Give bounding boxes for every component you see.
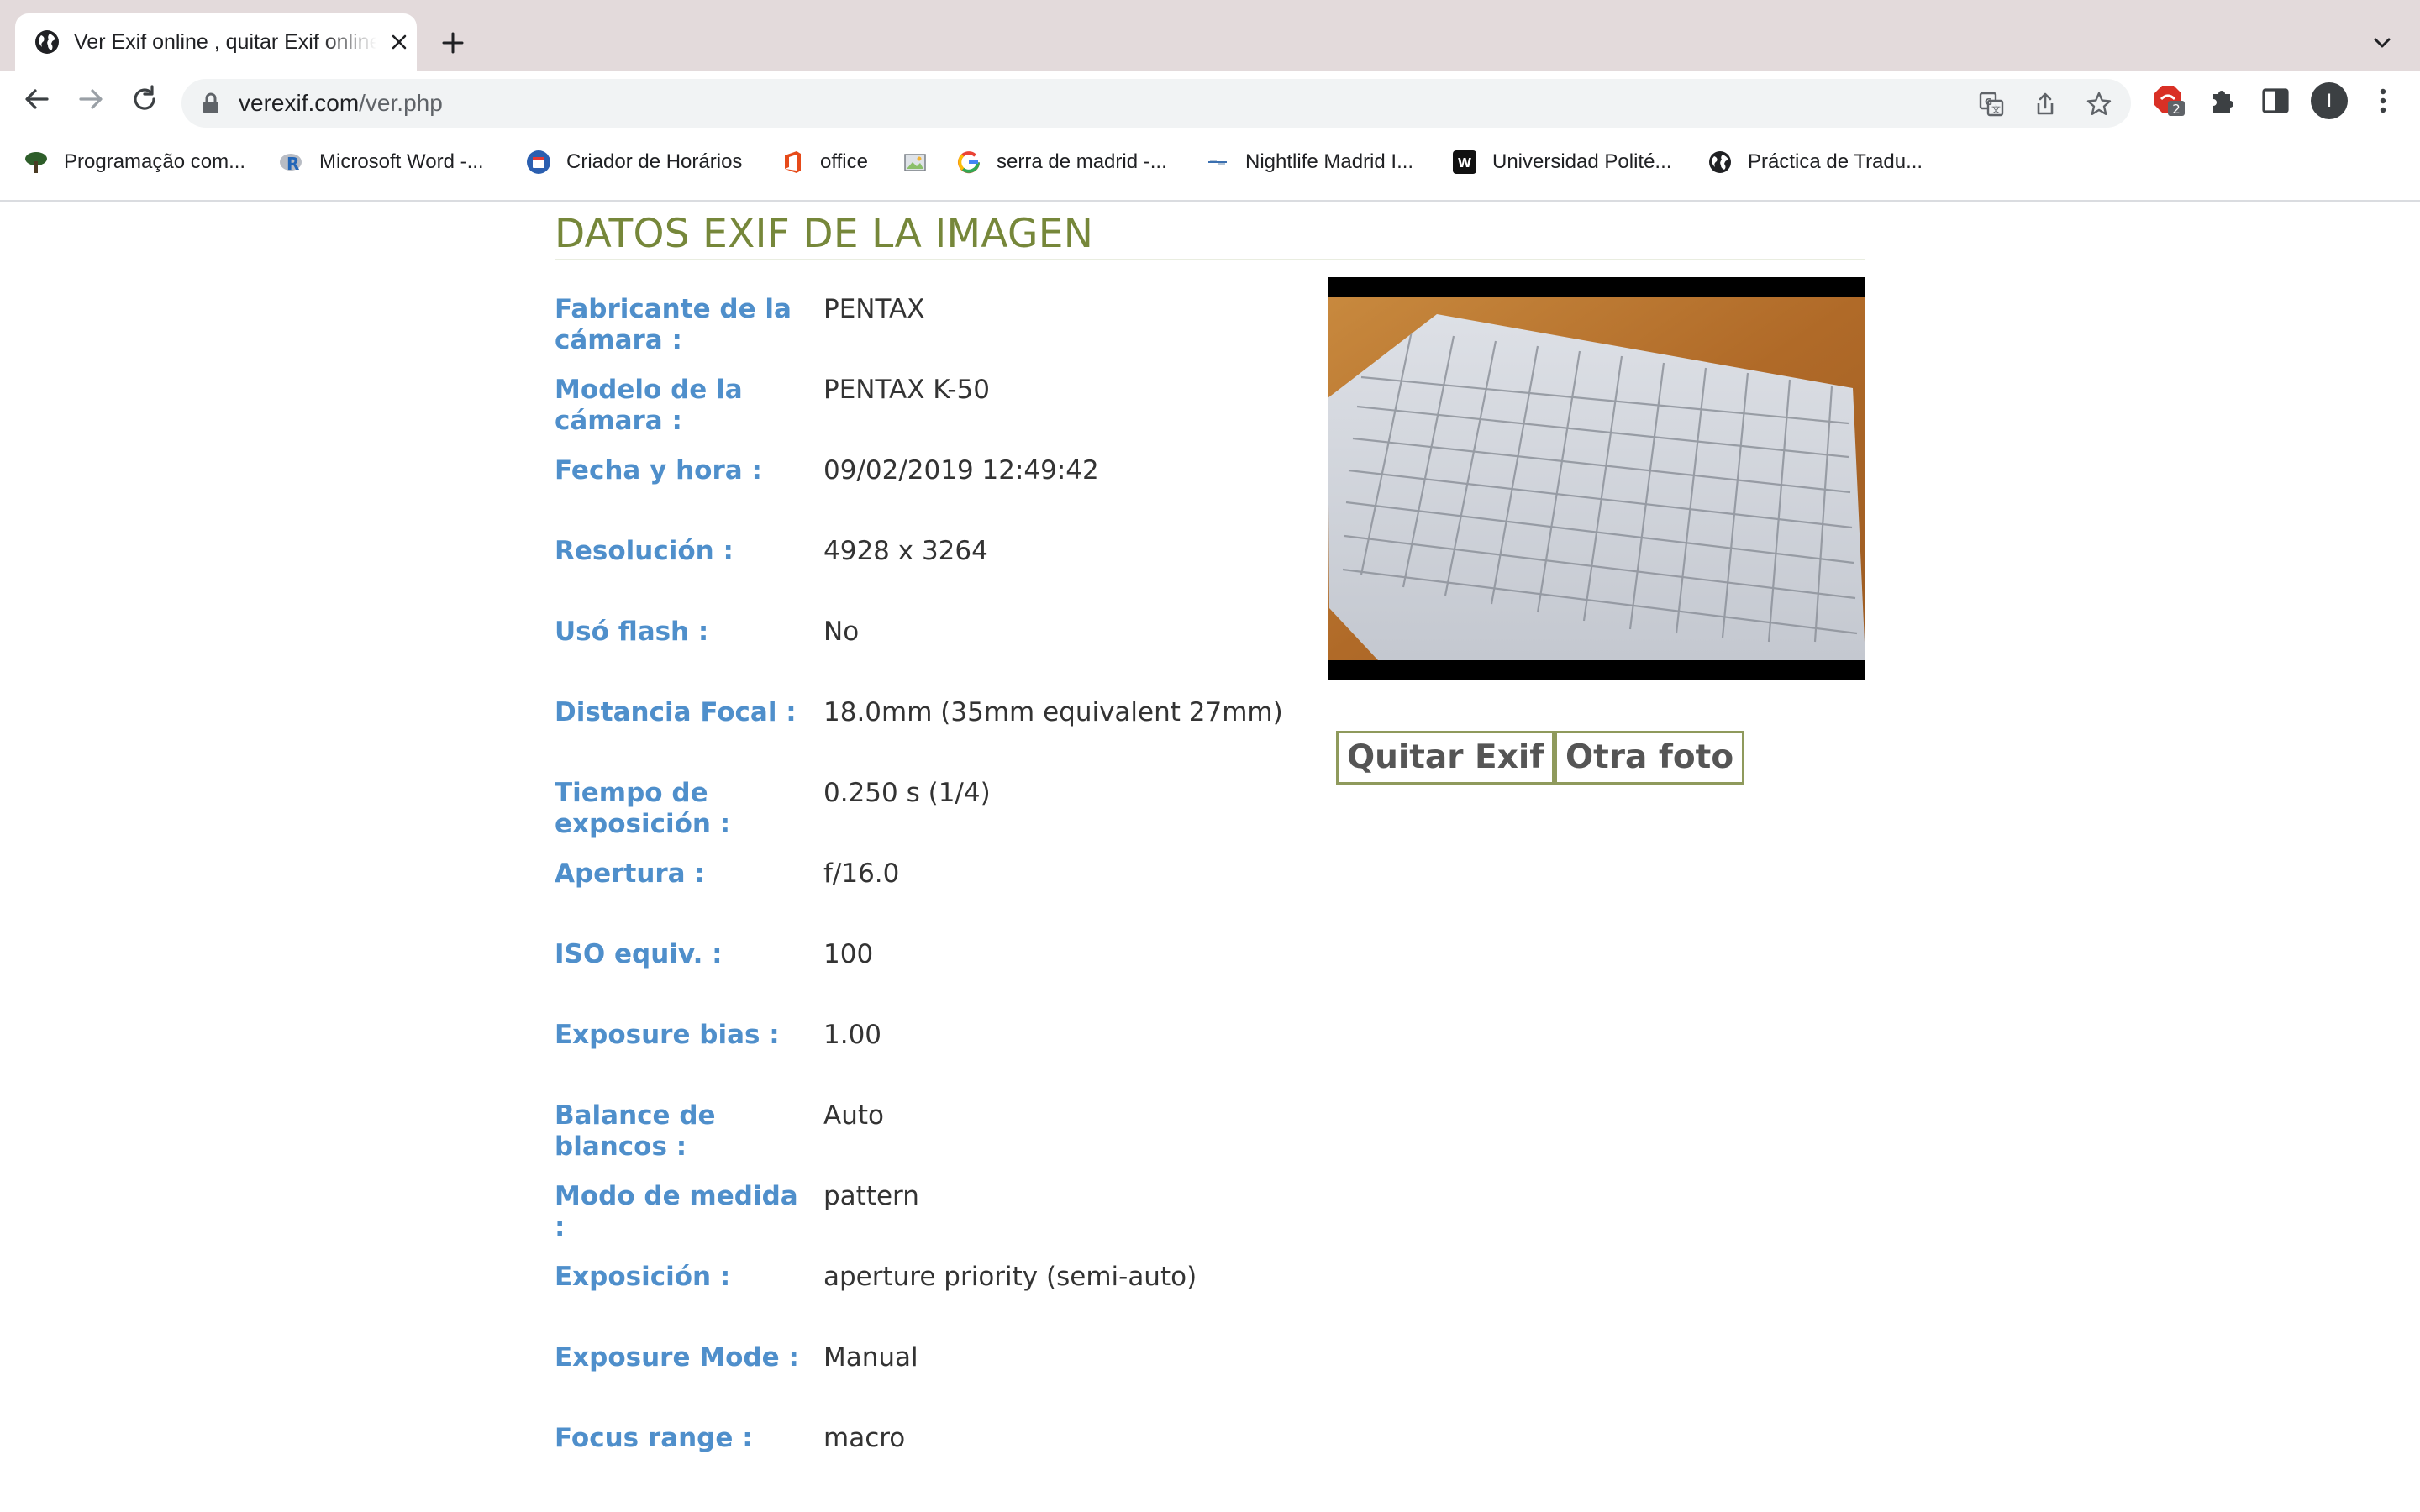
- other-photo-button[interactable]: Otra foto: [1555, 731, 1745, 785]
- page-content: DATOS EXIF DE LA IMAGEN Fabricante de la…: [0, 202, 2420, 1512]
- bookmark-item[interactable]: office: [780, 145, 868, 179]
- exif-label: Modelo de la cámara :: [555, 375, 743, 436]
- exif-row: Fecha y hora : 09/02/2019 12:49:42: [555, 455, 1294, 536]
- exif-label: Fabricante de la cámara :: [555, 294, 792, 355]
- bookmark-star-icon[interactable]: [2086, 91, 2112, 118]
- photo-preview: [1328, 277, 1865, 680]
- bookmark-item[interactable]: R Microsoft Word -...: [279, 145, 484, 179]
- profile-avatar[interactable]: I: [2311, 82, 2348, 119]
- google-icon: [958, 151, 980, 174]
- svg-text:W: W: [1458, 155, 1472, 171]
- translate-icon[interactable]: G 文: [1978, 91, 2005, 118]
- bookmark-item[interactable]: Programação com...: [24, 145, 245, 179]
- exif-row: Exposure bias : 1.00: [555, 1020, 1294, 1100]
- exif-value: PENTAX: [823, 294, 925, 324]
- share-icon[interactable]: [2032, 91, 2059, 118]
- exif-row: Tiempo de exposición : 0.250 s (1/4): [555, 778, 1294, 858]
- exif-value: 4928 x 3264: [823, 536, 988, 566]
- exif-row: Apertura : f/16.0: [555, 858, 1294, 939]
- photo-thumbnail: [1328, 297, 1865, 660]
- close-tab-icon[interactable]: [387, 30, 411, 54]
- exif-label: Exposure bias :: [555, 1020, 780, 1050]
- exif-value: PENTAX K-50: [823, 375, 991, 405]
- exif-label: Exposure Mode :: [555, 1342, 799, 1373]
- extension-badge: 2: [2172, 102, 2181, 117]
- browser-tab[interactable]: Ver Exif online , quitar Exif online: [15, 13, 417, 71]
- svg-text:文: 文: [1991, 103, 2001, 115]
- exif-value: macro: [823, 1423, 906, 1453]
- exif-label: Exposición :: [555, 1262, 731, 1292]
- exif-value: Auto: [823, 1100, 884, 1131]
- exif-row: Usó flash : No: [555, 617, 1294, 697]
- forward-icon[interactable]: [74, 82, 108, 116]
- exif-row: Focus range : macro: [555, 1423, 1294, 1504]
- exif-value: 0.250 s (1/4): [823, 778, 991, 808]
- exif-row: Resolución : 4928 x 3264: [555, 536, 1294, 617]
- divider: [555, 259, 1865, 260]
- exif-label: ISO equiv. :: [555, 939, 723, 969]
- svg-text:R: R: [287, 154, 299, 174]
- exif-value: aperture priority (semi-auto): [823, 1262, 1197, 1292]
- extensions-puzzle-icon[interactable]: [2207, 84, 2240, 118]
- exif-value: pattern: [823, 1181, 919, 1211]
- exif-label: Usó flash :: [555, 617, 709, 647]
- exif-row: Modo de medida : pattern: [555, 1181, 1294, 1262]
- exif-label: Fecha y hora :: [555, 455, 762, 486]
- reload-icon[interactable]: [128, 82, 161, 116]
- site-icon: [1208, 160, 1227, 165]
- bookmark-item[interactable]: [902, 145, 943, 179]
- bookmarks-bar: Programação com... R Microsoft Word -...…: [0, 134, 2420, 190]
- w-logo-icon: W: [1453, 150, 1476, 174]
- exif-value: No: [823, 617, 860, 647]
- exif-value: 100: [823, 939, 874, 969]
- bookmark-item[interactable]: Práctica de Tradu...: [1707, 145, 1923, 179]
- calendar-icon: [527, 150, 550, 174]
- exif-label: Tiempo de exposición :: [555, 778, 731, 839]
- bookmark-item[interactable]: W Universidad Polité...: [1452, 145, 1671, 179]
- adblock-extension-icon[interactable]: 2: [2153, 84, 2186, 118]
- bookmark-item[interactable]: Nightlife Madrid I...: [1205, 145, 1413, 179]
- exif-value: 09/02/2019 12:49:42: [823, 455, 1099, 486]
- exif-row: Modelo de la cámara : PENTAX K-50: [555, 375, 1294, 455]
- browser-toolbar: verexif.com/ver.php G 文 2 I Programação …: [0, 71, 2420, 202]
- exif-label: Apertura :: [555, 858, 705, 889]
- exif-label: Resolución :: [555, 536, 734, 566]
- bookmark-item[interactable]: serra de madrid -...: [956, 145, 1167, 179]
- url-text[interactable]: verexif.com/ver.php: [239, 88, 443, 118]
- exif-value: f/16.0: [823, 858, 900, 889]
- exif-row: Distancia Focal : 18.0mm (35mm equivalen…: [555, 697, 1294, 778]
- exif-value: 1.00: [823, 1020, 882, 1050]
- tab-title: Ver Exif online , quitar Exif online: [74, 30, 376, 54]
- tab-strip: Ver Exif online , quitar Exif online: [0, 0, 2420, 71]
- exif-value: Manual: [823, 1342, 918, 1373]
- globe-icon: [1709, 151, 1731, 173]
- remove-exif-button[interactable]: Quitar Exif: [1336, 731, 1555, 785]
- stop-sign-icon: 2: [2154, 86, 2185, 117]
- exif-label: Focus range :: [555, 1423, 753, 1453]
- r-logo-icon: R: [280, 154, 302, 174]
- exif-row: ISO equiv. : 100: [555, 939, 1294, 1020]
- office-icon: [785, 151, 801, 173]
- exif-label: Modo de medida :: [555, 1181, 798, 1242]
- exif-label: Balance de blancos :: [555, 1100, 716, 1162]
- chevron-down-icon[interactable]: [2368, 29, 2396, 57]
- exif-row: Fabricante de la cámara : PENTAX: [555, 294, 1294, 375]
- page-title: DATOS EXIF DE LA IMAGEN: [555, 211, 1094, 257]
- lock-icon[interactable]: [200, 92, 222, 115]
- more-menu-icon[interactable]: [2366, 84, 2400, 118]
- bookmark-item[interactable]: Criador de Horários: [526, 145, 742, 179]
- new-tab-icon[interactable]: [437, 27, 469, 59]
- globe-icon: [35, 30, 59, 54]
- address-bar[interactable]: verexif.com/ver.php G 文: [182, 79, 2131, 128]
- tree-icon: [25, 152, 47, 173]
- exif-row: Exposure Mode : Manual: [555, 1342, 1294, 1423]
- exif-label: Distancia Focal :: [555, 697, 797, 727]
- exif-value: 18.0mm (35mm equivalent 27mm): [823, 697, 1283, 727]
- back-icon[interactable]: [20, 82, 54, 116]
- image-icon: [904, 154, 926, 171]
- exif-row: Exposición : aperture priority (semi-aut…: [555, 1262, 1294, 1342]
- side-panel-icon[interactable]: [2259, 84, 2292, 118]
- exif-row: Balance de blancos : Auto: [555, 1100, 1294, 1181]
